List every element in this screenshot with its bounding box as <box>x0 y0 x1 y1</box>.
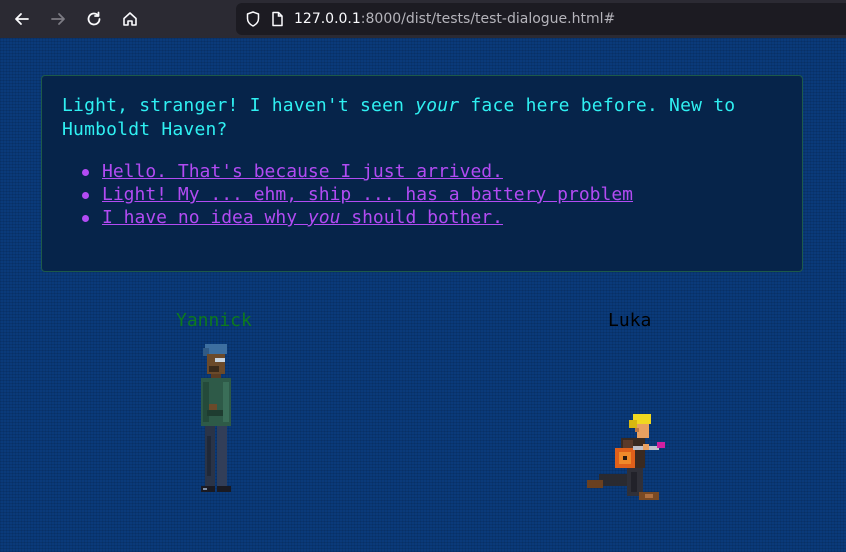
url-host: 127.0.0.1 <box>294 11 361 27</box>
reload-icon <box>87 11 101 26</box>
dialogue-box: Light, stranger! I haven't seen your fac… <box>41 75 803 272</box>
yannick-sprite[interactable] <box>193 344 239 494</box>
shield-icon[interactable] <box>244 10 262 28</box>
url-text[interactable]: 127.0.0.1:8000/dist/tests/test-dialogue.… <box>294 11 615 27</box>
choice-item: Light! My ... ehm, ship ... has a batter… <box>82 183 782 206</box>
home-button[interactable] <box>112 0 148 38</box>
home-icon <box>123 12 137 26</box>
url-path: :8000/dist/tests/test-dialogue.html# <box>360 11 616 27</box>
choice-item: Hello. That's because I just arrived. <box>82 160 782 183</box>
choice-3-emphasis: you <box>307 207 341 228</box>
browser-toolbar: 127.0.0.1:8000/dist/tests/test-dialogue.… <box>0 0 846 38</box>
luka-sprite[interactable] <box>583 414 667 504</box>
character-name-yannick: Yannick <box>176 310 252 331</box>
game-canvas: Light, stranger! I haven't seen your fac… <box>0 38 846 552</box>
choice-item: I have no idea why you should bother. <box>82 206 782 229</box>
dialogue-line: Light, stranger! I haven't seen your fac… <box>62 94 782 142</box>
choice-link-2[interactable]: Light! My ... ehm, ship ... has a batter… <box>102 184 633 205</box>
dialogue-line-part1: Light, stranger! I haven't seen <box>62 95 416 116</box>
arrow-left-icon <box>15 13 29 25</box>
back-button[interactable] <box>4 0 40 38</box>
dialogue-choices: Hello. That's because I just arrived. Li… <box>62 160 782 229</box>
reload-button[interactable] <box>76 0 112 38</box>
choice-link-1[interactable]: Hello. That's because I just arrived. <box>102 161 503 182</box>
character-name-luka: Luka <box>608 310 652 331</box>
forward-button[interactable] <box>40 0 76 38</box>
page-icon[interactable] <box>268 10 286 28</box>
choice-3-before: I have no idea why <box>102 207 308 228</box>
dialogue-line-emphasis: your <box>415 95 460 116</box>
choice-link-3[interactable]: I have no idea why you should bother. <box>102 207 503 228</box>
choice-3-after: should bother. <box>340 207 503 228</box>
arrow-right-icon <box>51 13 65 25</box>
url-bar[interactable]: 127.0.0.1:8000/dist/tests/test-dialogue.… <box>236 3 846 35</box>
